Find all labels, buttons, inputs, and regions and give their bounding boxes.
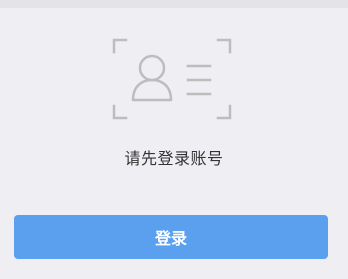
corner-bottom-right (216, 104, 232, 120)
person-body (131, 78, 173, 102)
person-head (138, 54, 166, 82)
login-button-label: 登录 (154, 229, 187, 248)
login-prompt-text: 请先登录账号 (124, 149, 224, 168)
top-bar-strip (0, 0, 348, 8)
login-button[interactable]: 登录 (14, 215, 328, 259)
corner-bottom-left (112, 104, 128, 120)
corner-top-right (216, 38, 232, 54)
corner-top-left (112, 38, 128, 54)
id-card-icon (112, 38, 232, 120)
